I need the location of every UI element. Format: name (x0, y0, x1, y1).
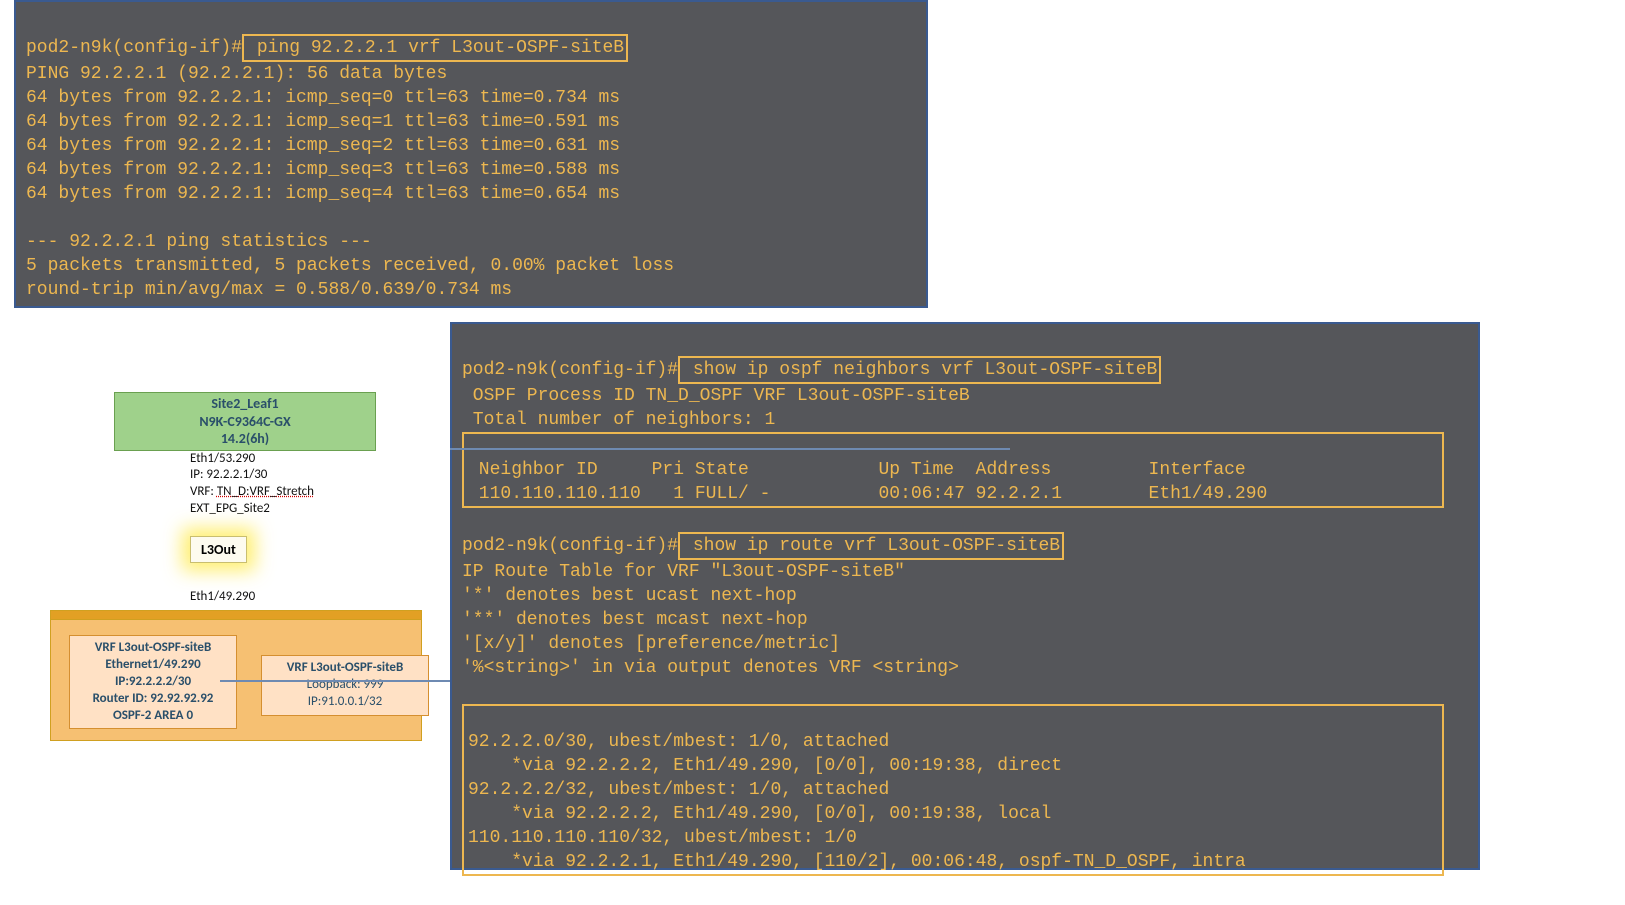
vrf-val: TN_D:VRF_Stretch (217, 484, 314, 499)
t1l5: 64 bytes from 92.2.2.1: icmp_seq=4 ttl=6… (26, 184, 620, 204)
r0: 92.2.2.0/30, ubest/mbest: 1/0, attached (468, 732, 889, 752)
cmd-ip-route: show ip route vrf L3out-OSPF-siteB (678, 532, 1064, 560)
terminal-ping: pod2-n9k(config-if)# ping 92.2.2.1 vrf L… (14, 0, 928, 308)
leaf-model: N9K-C9364C-GX (115, 413, 375, 431)
vrf-right-ip: IP:91.0.0.1/32 (308, 694, 382, 709)
vrf-left-if: Ethernet1/49.290 (105, 657, 200, 672)
vrf-left-title: VRF L3out-OSPF-siteB (95, 640, 212, 655)
topology-diagram: Site2_Leaf1 N9K-C9364C-GX 14.2(6h) Eth1/… (50, 392, 440, 741)
ri3: '[x/y]' denotes [preference/metric] (462, 634, 840, 654)
route-table: 92.2.2.0/30, ubest/mbest: 1/0, attached … (462, 704, 1444, 876)
leaf-name: Site2_Leaf1 (115, 395, 375, 413)
vrf-left-area: OSPF-2 AREA 0 (113, 708, 193, 723)
t1l0: PING 92.2.2.1 (92.2.2.1): 56 data bytes (26, 64, 447, 84)
cmd-ospf-neighbors: show ip ospf neighbors vrf L3out-OSPF-si… (678, 356, 1161, 384)
ospf0: OSPF Process ID TN_D_OSPF VRF L3out-OSPF… (462, 386, 970, 406)
vrf-left-ip: IP:92.2.2.2/30 (115, 674, 191, 689)
ri2: '**' denotes best mcast next-hop (462, 610, 808, 630)
r2: 92.2.2.2/32, ubest/mbest: 1/0, attached (468, 780, 889, 800)
r3: *via 92.2.2.2, Eth1/49.290, [0/0], 00:19… (468, 804, 1051, 824)
l3out-node: L3Out (190, 536, 247, 563)
cmd-ping: ping 92.2.2.1 vrf L3out-OSPF-siteB (242, 34, 628, 62)
leaf-switch-box: Site2_Leaf1 N9K-C9364C-GX 14.2(6h) (114, 392, 376, 451)
external-router: VRF L3out-OSPF-siteB Ethernet1/49.290 IP… (50, 610, 422, 741)
ip1: IP: 92.2.2.1/30 (190, 467, 440, 484)
connector-line-2 (450, 448, 1010, 450)
iface2: Eth1/49.290 (190, 589, 440, 606)
vrf-right-title: VRF L3out-OSPF-siteB (287, 660, 404, 675)
t1l4: 64 bytes from 92.2.2.1: icmp_seq=3 ttl=6… (26, 160, 620, 180)
ri0: IP Route Table for VRF "L3out-OSPF-siteB… (462, 562, 905, 582)
vrf-left-rid: Router ID: 92.92.92.92 (93, 691, 214, 706)
t1l3: 64 bytes from 92.2.2.1: icmp_seq=2 ttl=6… (26, 136, 620, 156)
leaf-interface-labels: Eth1/53.290 IP: 92.2.2.1/30 VRF: TN_D:VR… (190, 451, 440, 519)
ospf-table: Neighbor ID Pri State Up Time Address In… (462, 432, 1444, 508)
vrf-card-right: VRF L3out-OSPF-siteB Loopback: 999 IP:91… (261, 655, 429, 716)
iface1: Eth1/53.290 (190, 451, 440, 468)
r4: 110.110.110.110/32, ubest/mbest: 1/0 (468, 828, 857, 848)
t1l9: round-trip min/avg/max = 0.588/0.639/0.7… (26, 280, 512, 300)
r1: *via 92.2.2.2, Eth1/49.290, [0/0], 00:19… (468, 756, 1062, 776)
vrf-card-left: VRF L3out-OSPF-siteB Ethernet1/49.290 IP… (69, 635, 237, 729)
t1l1: 64 bytes from 92.2.2.1: icmp_seq=0 ttl=6… (26, 88, 620, 108)
ri1: '*' denotes best ucast next-hop (462, 586, 797, 606)
prompt2b: pod2-n9k(config-if)# (462, 536, 678, 556)
terminal-ospf-route: pod2-n9k(config-if)# show ip ospf neighb… (450, 322, 1480, 870)
ospf1: Total number of neighbors: 1 (462, 410, 775, 430)
t1l2: 64 bytes from 92.2.2.1: icmp_seq=1 ttl=6… (26, 112, 620, 132)
prompt2a: pod2-n9k(config-if)# (462, 360, 678, 380)
ext-epg: EXT_EPG_Site2 (190, 501, 440, 518)
leaf-version: 14.2(6h) (115, 430, 375, 448)
ri4: '%<string>' in via output denotes VRF <s… (462, 658, 959, 678)
t1l8: 5 packets transmitted, 5 packets receive… (26, 256, 674, 276)
r5: *via 92.2.2.1, Eth1/49.290, [110/2], 00:… (468, 852, 1246, 872)
ospf-row: 110.110.110.110 1 FULL/ - 00:06:47 92.2.… (468, 484, 1278, 504)
t1l7: --- 92.2.2.1 ping statistics --- (26, 232, 372, 252)
vrf-label: VRF: (190, 484, 214, 499)
connector-line (220, 680, 450, 682)
ospf-headers: Neighbor ID Pri State Up Time Address In… (468, 460, 1246, 480)
prompt1: pod2-n9k(config-if)# (26, 38, 242, 58)
